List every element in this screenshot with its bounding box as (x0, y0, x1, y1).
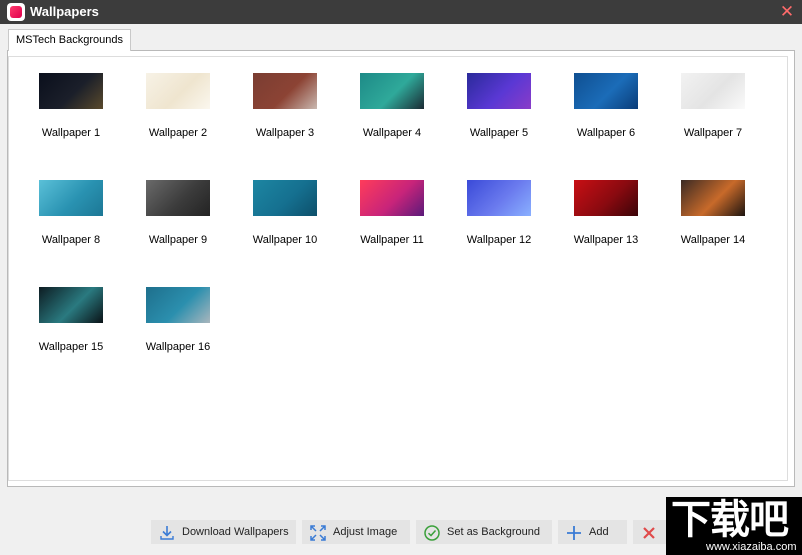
wallpaper-item[interactable]: Wallpaper 11 (347, 164, 437, 246)
wallpaper-item[interactable]: Wallpaper 6 (561, 57, 651, 139)
wallpaper-item[interactable]: Wallpaper 1 (26, 57, 116, 139)
wallpaper-item[interactable]: Wallpaper 4 (347, 57, 437, 139)
wallpaper-item[interactable]: Wallpaper 8 (26, 164, 116, 246)
wallpaper-label: Wallpaper 12 (466, 234, 532, 246)
wallpaper-thumbnail (146, 73, 210, 109)
window-title: Wallpapers (30, 4, 99, 19)
wallpaper-thumbnail (39, 287, 103, 323)
title-bar: Wallpapers ✕ (0, 0, 802, 24)
add-button[interactable]: Add (558, 520, 627, 544)
wallpaper-item[interactable]: Wallpaper 2 (133, 57, 223, 139)
wallpaper-thumbnail (39, 73, 103, 109)
wallpaper-label: Wallpaper 8 (41, 234, 101, 246)
wallpaper-thumbnail (146, 287, 210, 323)
wallpaper-item[interactable]: Wallpaper 10 (240, 164, 330, 246)
wallpaper-label: Wallpaper 16 (145, 341, 211, 353)
wallpaper-item[interactable]: Wallpaper 15 (26, 271, 116, 353)
wallpaper-item[interactable]: Wallpaper 12 (454, 164, 544, 246)
download-wallpapers-button[interactable]: Download Wallpapers (151, 520, 296, 544)
wallpaper-grid: Wallpaper 1 Wallpaper 2 Wallpaper 3 Wallpap… (8, 56, 788, 481)
wallpaper-item[interactable]: Wallpaper 5 (454, 57, 544, 139)
wallpaper-thumbnail (681, 73, 745, 109)
set-as-background-label: Set as Background (447, 526, 540, 538)
watermark-text: 下载吧 (671, 497, 789, 543)
wallpaper-thumbnail (39, 180, 103, 216)
wallpaper-label: Wallpaper 6 (576, 127, 636, 139)
wallpaper-item[interactable]: Wallpaper 13 (561, 164, 651, 246)
wallpaper-thumbnail (681, 180, 745, 216)
wallpaper-item[interactable]: Wallpaper 3 (240, 57, 330, 139)
wallpaper-label: Wallpaper 14 (680, 234, 746, 246)
app-icon (7, 3, 25, 21)
wallpaper-label: Wallpaper 11 (360, 234, 424, 246)
wallpaper-thumbnail (574, 180, 638, 216)
wallpaper-item[interactable]: Wallpaper 9 (133, 164, 223, 246)
wallpaper-label: Wallpaper 7 (683, 127, 743, 139)
expand-arrows-icon (309, 524, 327, 542)
check-circle-icon (423, 524, 441, 542)
close-icon[interactable]: ✕ (779, 3, 795, 21)
wallpaper-item[interactable]: Wallpaper 14 (668, 164, 758, 246)
wallpaper-label: Wallpaper 2 (148, 127, 208, 139)
plus-icon (565, 524, 583, 542)
watermark-url: www.xiazaiba.com (706, 541, 797, 553)
wallpaper-thumbnail (574, 73, 638, 109)
wallpaper-label: Wallpaper 15 (38, 341, 104, 353)
wallpaper-thumbnail (360, 73, 424, 109)
wallpaper-item[interactable]: Wallpaper 7 (668, 57, 758, 139)
watermark-logo: 下载吧 www.xiazaiba.com (666, 497, 802, 555)
adjust-image-label: Adjust Image (333, 526, 398, 538)
wallpaper-label: Wallpaper 5 (469, 127, 529, 139)
wallpaper-item[interactable]: Wallpaper 16 (133, 271, 223, 353)
wallpaper-thumbnail (146, 180, 210, 216)
wallpaper-label: Wallpaper 4 (362, 127, 422, 139)
wallpaper-thumbnail (360, 180, 424, 216)
wallpaper-thumbnail (253, 180, 317, 216)
add-label: Add (589, 526, 609, 538)
delete-button[interactable] (633, 520, 667, 544)
wallpaper-thumbnail (467, 180, 531, 216)
wallpaper-label: Wallpaper 9 (148, 234, 208, 246)
wallpaper-thumbnail (253, 73, 317, 109)
download-wallpapers-label: Download Wallpapers (182, 526, 289, 538)
wallpaper-label: Wallpaper 10 (252, 234, 318, 246)
adjust-image-button[interactable]: Adjust Image (302, 520, 410, 544)
delete-x-icon (640, 524, 658, 542)
download-icon (158, 524, 176, 542)
set-as-background-button[interactable]: Set as Background (416, 520, 552, 544)
tab-mstech-backgrounds[interactable]: MSTech Backgrounds (8, 29, 131, 51)
wallpaper-thumbnail (467, 73, 531, 109)
wallpaper-label: Wallpaper 13 (573, 234, 639, 246)
wallpaper-label: Wallpaper 1 (41, 127, 101, 139)
wallpaper-label: Wallpaper 3 (255, 127, 315, 139)
